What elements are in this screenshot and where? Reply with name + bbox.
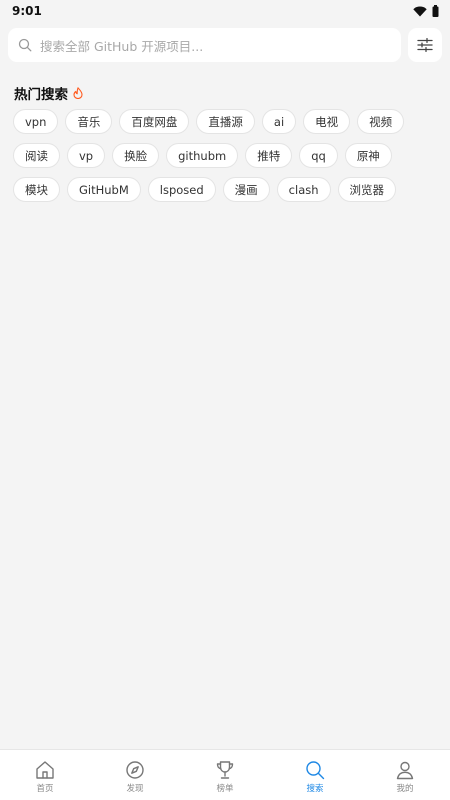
search-tag[interactable]: 浏览器	[337, 177, 397, 202]
search-tag[interactable]: 阅读	[13, 143, 60, 168]
nav-item-trophy[interactable]: 榜单	[180, 750, 270, 800]
search-tag[interactable]: 直播源	[196, 109, 255, 134]
hot-search-heading: 热门搜索	[14, 83, 83, 103]
search-tag[interactable]: 原神	[344, 143, 392, 168]
compass-icon	[126, 760, 144, 779]
wifi-icon	[413, 6, 427, 16]
search-tag[interactable]: 百度网盘	[119, 109, 190, 134]
search-tag[interactable]: 换脸	[112, 143, 160, 168]
status-time: 9:01	[12, 4, 42, 18]
bottom-nav: 首页 发现 榜单 搜索 我的	[0, 749, 450, 800]
nav-item-search[interactable]: 搜索	[270, 750, 360, 800]
search-icon	[18, 38, 32, 52]
battery-icon	[432, 5, 439, 17]
sliders-icon	[417, 38, 433, 52]
nav-label: 发现	[126, 783, 144, 794]
search-row: 搜索全部 GitHub 开源项目...	[8, 28, 442, 62]
status-bar: 9:01	[0, 0, 450, 22]
search-tag[interactable]: 推特	[245, 143, 293, 168]
user-icon	[396, 761, 414, 779]
search-tag[interactable]: vpn	[13, 109, 59, 134]
search-input[interactable]: 搜索全部 GitHub 开源项目...	[8, 28, 401, 62]
fire-icon	[73, 87, 83, 99]
search-placeholder: 搜索全部 GitHub 开源项目...	[40, 38, 204, 54]
search-tag[interactable]: GitHubM	[67, 177, 141, 202]
search-tag[interactable]: ai	[261, 109, 297, 134]
search-tag[interactable]: githubm	[166, 143, 239, 168]
search-tag[interactable]: qq	[299, 143, 338, 168]
home-icon	[36, 760, 54, 779]
trophy-icon	[216, 760, 234, 779]
search-tag[interactable]: lsposed	[147, 177, 216, 202]
search-tag[interactable]: 电视	[303, 109, 351, 134]
nav-item-user[interactable]: 我的	[360, 750, 450, 800]
search-tag[interactable]: 模块	[13, 177, 60, 202]
search-icon	[306, 760, 325, 779]
nav-label: 我的	[396, 783, 414, 794]
nav-label: 首页	[36, 783, 54, 794]
filter-button[interactable]	[408, 28, 442, 62]
search-tag[interactable]: clash	[276, 177, 331, 202]
search-tag[interactable]: vp	[67, 143, 106, 168]
nav-label: 榜单	[216, 783, 234, 794]
search-tag[interactable]: 漫画	[222, 177, 270, 202]
search-tag[interactable]: 音乐	[65, 109, 113, 134]
search-tag[interactable]: 视频	[357, 109, 405, 134]
nav-item-home[interactable]: 首页	[0, 750, 90, 800]
nav-label: 搜索	[306, 783, 324, 794]
hot-search-title: 热门搜索	[14, 87, 68, 103]
status-icons	[413, 5, 439, 17]
nav-item-compass[interactable]: 发现	[90, 750, 180, 800]
hot-search-tags: vpn 音乐 百度网盘 直播源 ai 电视 视频阅读 vp 换脸 githubm 推特 qq 原神模块 G…	[13, 109, 439, 202]
